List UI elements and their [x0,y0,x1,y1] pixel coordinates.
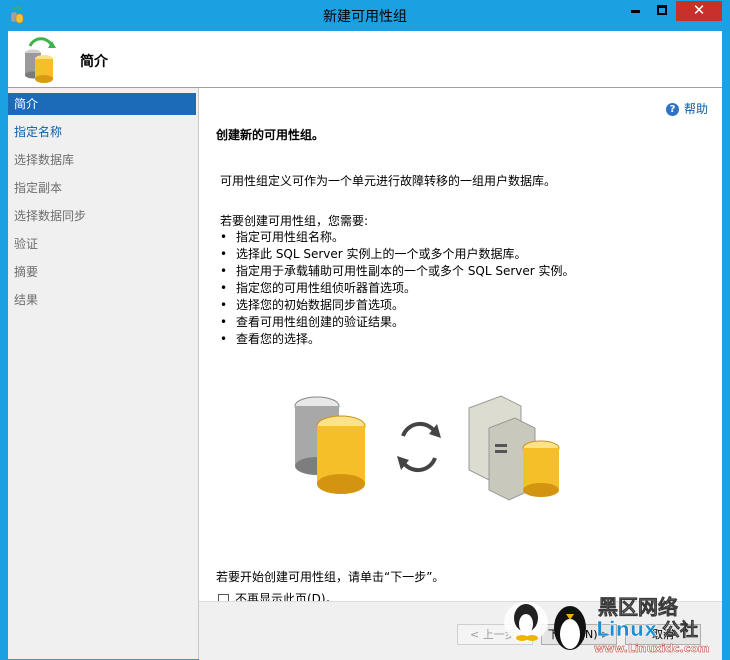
watermark-url: www.Linuxidc.com [594,642,709,655]
availability-illustration [294,395,560,501]
sidebar-item-data-sync: 选择数据同步 [14,209,87,223]
sidebar-item-intro[interactable]: 简介 [8,93,196,115]
list-item: 选择此 SQL Server 实例上的一个或多个用户数据库。 [220,246,575,263]
requirements-list: 指定可用性组名称。 选择此 SQL Server 实例上的一个或多个用户数据库。… [220,229,575,348]
list-item: 选择您的初始数据同步首选项。 [220,297,575,314]
minimize-button[interactable] [622,1,649,21]
list-item: 查看您的选择。 [220,331,575,348]
wizard-steps-sidebar: 简介 指定名称 选择数据库 指定副本 选择数据同步 验证 摘要 结果 [8,88,199,659]
list-item: 指定用于承载辅助可用性副本的一个或多个 SQL Server 实例。 [220,263,575,280]
list-item: 查看可用性组创建的验证结果。 [220,314,575,331]
title-bar: 新建可用性组 ✕ [0,0,730,30]
help-label[interactable]: 帮助 [684,102,708,116]
watermark-brand: Linux [596,617,657,641]
start-instruction: 若要开始创建可用性组，请单击“下一步”。 [216,570,445,584]
availability-group-icon [25,37,56,83]
server-icon [468,395,560,501]
window-title: 新建可用性组 [323,9,407,25]
sidebar-item-select-databases: 选择数据库 [14,153,75,167]
content-panel: ? 帮助 创建新的可用性组。 可用性组定义可作为一个单元进行故障转移的一组用户数据… [199,88,722,606]
list-item: 指定可用性组名称。 [220,229,575,246]
help-icon: ? [665,103,679,116]
content-heading: 创建新的可用性组。 [216,128,325,142]
close-button[interactable]: ✕ [676,1,722,21]
list-item: 指定您的可用性组侦听器首选项。 [220,280,575,297]
site-watermark: 黑区网络 Linux 公社 www.Linuxidc.com [504,595,710,655]
watermark-title: 黑区网络 [598,595,678,619]
intro-text: 可用性组定义可作为一个单元进行故障转移的一组用户数据库。 [220,174,557,188]
dialog: 简介 简介 指定名称 选择数据库 指定副本 选择数据同步 验证 摘要 结果 ? 帮… [8,31,722,660]
sidebar-item-specify-name[interactable]: 指定名称 [8,121,196,143]
sidebar-item-summary: 摘要 [14,265,39,279]
watermark-brand2: 公社 [662,619,698,641]
requirements-title: 若要创建可用性组，您需要: [220,214,369,228]
database-icon [294,396,366,494]
sidebar-item-results: 结果 [14,293,39,307]
wizard-header: 简介 [8,31,722,88]
sidebar-item-validation: 验证 [14,237,39,251]
sidebar-item-specify-replicas: 指定副本 [14,181,63,195]
page-title: 简介 [80,54,108,70]
watermark-logo [504,602,586,650]
help-link[interactable]: ? 帮助 [665,100,708,117]
maximize-button[interactable] [649,1,676,21]
sync-icon [397,421,441,473]
